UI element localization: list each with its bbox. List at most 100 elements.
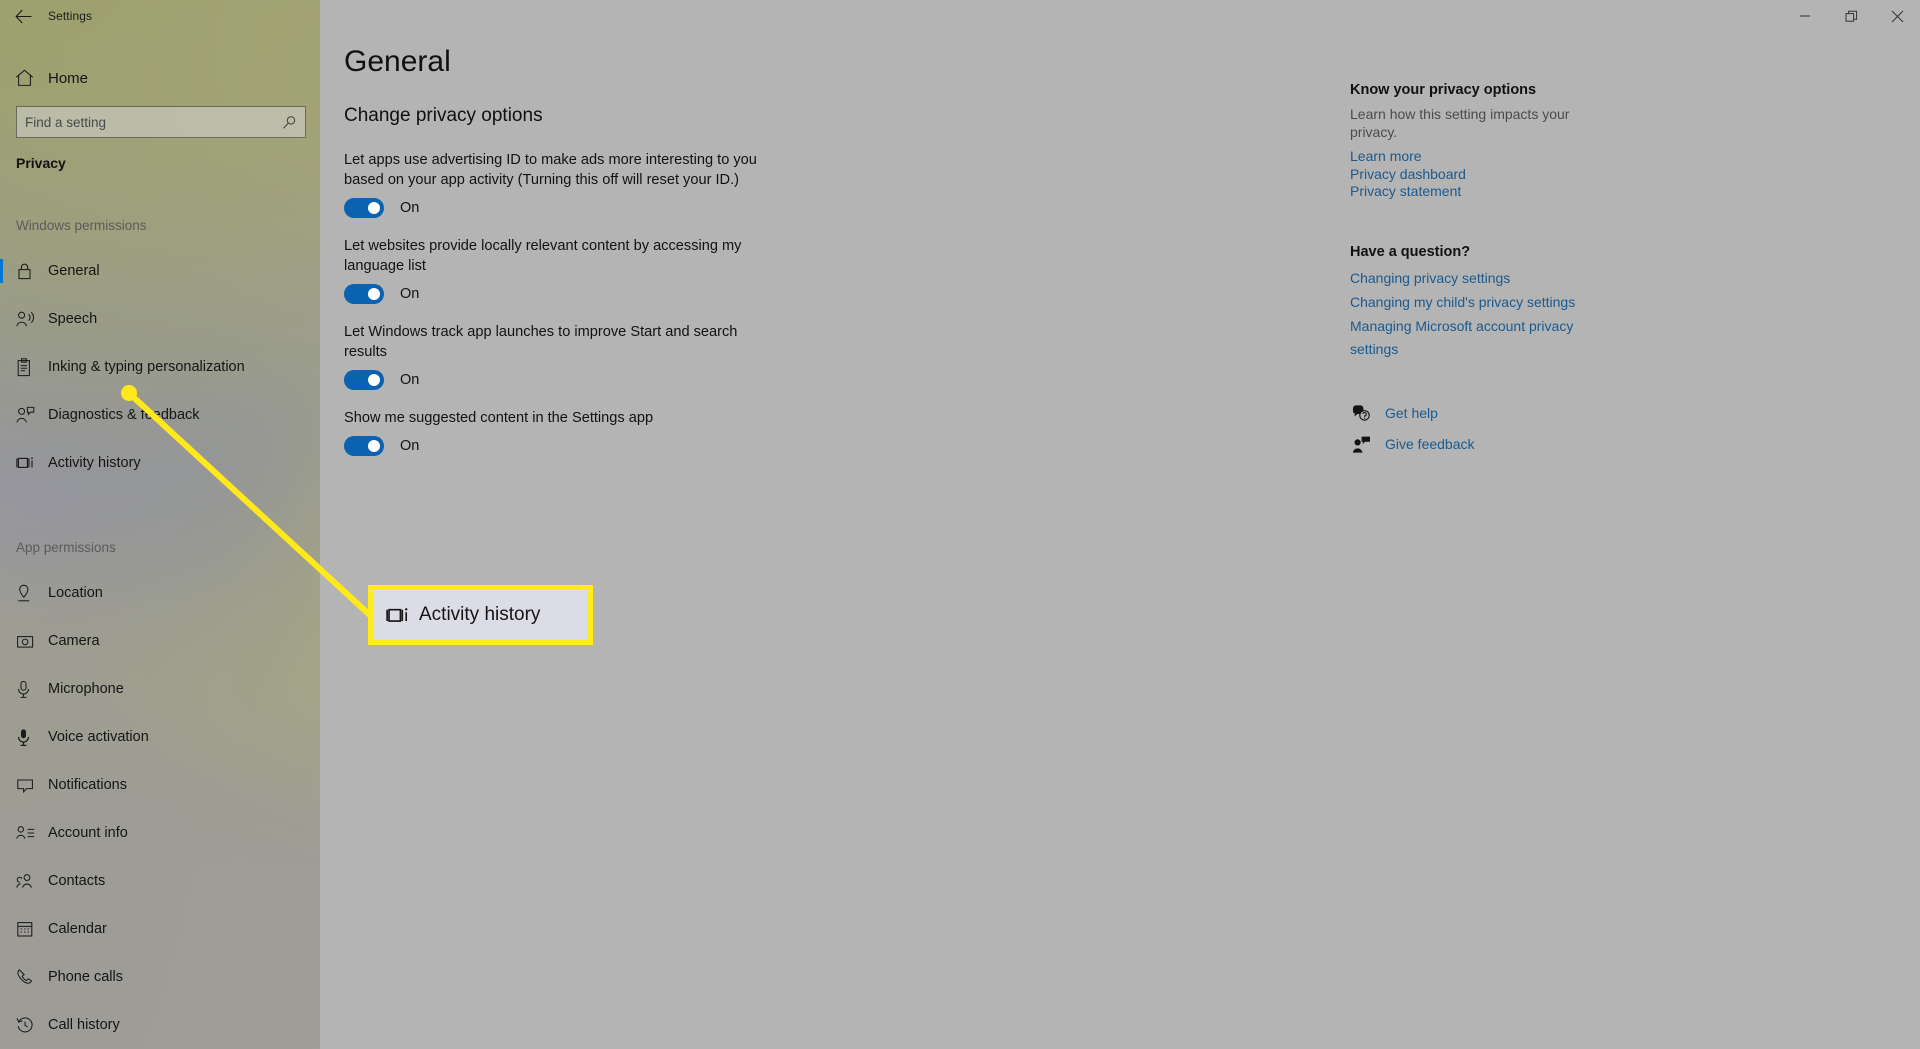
nav-group-title-app-permissions: App permissions [16, 540, 116, 555]
voice-activation-icon [16, 728, 48, 747]
get-help-action[interactable]: Get help [1350, 404, 1600, 422]
clipboard-icon [16, 357, 48, 377]
nav-group-title-windows-permissions: Windows permissions [16, 218, 147, 233]
option-toggle-row: On [344, 436, 814, 456]
sidebar-item-microphone[interactable]: Microphone [0, 665, 320, 713]
nav-list-app-permissions: Location Camera Microphone Voice activat… [0, 569, 320, 1049]
option-description: Let apps use advertising ID to make ads … [344, 152, 757, 188]
privacy-options-list: Let apps use advertising ID to make ads … [344, 150, 814, 474]
sidebar-item-label: Calendar [48, 921, 107, 937]
sidebar-item-label: Speech [48, 311, 98, 327]
account-info-icon [16, 825, 48, 841]
suggested-content-toggle[interactable] [344, 436, 384, 456]
back-button[interactable] [0, 0, 46, 32]
contacts-icon [16, 873, 48, 890]
toggle-state-label: On [400, 200, 420, 216]
link-changing-privacy-settings[interactable]: Changing privacy settings [1350, 267, 1600, 290]
sidebar-item-diagnostics-feedback[interactable]: Diagnostics & feedback [0, 391, 320, 439]
advertising-id-toggle[interactable] [344, 198, 384, 218]
close-button[interactable] [1874, 0, 1920, 32]
toggle-knob [368, 288, 380, 300]
give-feedback-label: Give feedback [1385, 436, 1475, 452]
callout-box: Activity history [368, 585, 593, 645]
sidebar-item-voice-activation[interactable]: Voice activation [0, 713, 320, 761]
question-heading: Have a question? [1350, 243, 1471, 260]
activity-history-icon [16, 454, 48, 472]
search-icon[interactable] [282, 115, 297, 130]
privacy-option: Show me suggested content in the Setting… [344, 408, 814, 456]
search-container: Find a setting [16, 106, 306, 138]
sidebar-item-home[interactable]: Home [0, 58, 320, 98]
toggle-knob [368, 374, 380, 386]
option-toggle-row: On [344, 198, 814, 218]
main-content: General Change privacy options Let apps … [320, 0, 1920, 1049]
search-placeholder: Find a setting [25, 114, 107, 130]
callout-label: Activity history [419, 604, 541, 625]
sidebar-item-location[interactable]: Location [0, 569, 320, 617]
toggle-knob [368, 440, 380, 452]
privacy-option: Let Windows track app launches to improv… [344, 322, 814, 390]
sidebar-item-speech[interactable]: Speech [0, 295, 320, 343]
link-privacy-statement[interactable]: Privacy statement [1350, 183, 1600, 200]
option-description: Show me suggested content in the Setting… [344, 410, 654, 426]
toggle-state-label: On [400, 438, 420, 454]
minimize-icon [1800, 15, 1810, 17]
search-input[interactable]: Find a setting [16, 106, 306, 138]
sidebar-item-label: Voice activation [48, 729, 149, 745]
get-help-label: Get help [1385, 405, 1438, 421]
lock-icon [16, 262, 48, 280]
language-list-toggle[interactable] [344, 284, 384, 304]
sidebar-item-activity-history[interactable]: Activity history [0, 439, 320, 487]
sidebar-item-label: Contacts [48, 873, 106, 889]
sidebar-item-phone-calls[interactable]: Phone calls [0, 953, 320, 1001]
feedback-person-icon [1350, 436, 1372, 453]
privacy-info-section: Know your privacy options Learn how this… [1350, 82, 1600, 200]
sidebar-item-call-history[interactable]: Call history [0, 1001, 320, 1049]
restore-icon [1845, 10, 1857, 22]
privacy-option: Let apps use advertising ID to make ads … [344, 150, 814, 218]
sidebar-item-label: Microphone [48, 681, 124, 697]
sidebar-item-notifications[interactable]: Notifications [0, 761, 320, 809]
option-toggle-row: On [344, 370, 814, 390]
link-managing-microsoft-account-privacy-settings[interactable]: Managing Microsoft account privacy setti… [1350, 315, 1600, 361]
selection-indicator [0, 259, 3, 283]
option-description: Let websites provide locally relevant co… [344, 238, 742, 274]
call-history-icon [16, 1016, 48, 1034]
sidebar-item-label: Camera [48, 633, 100, 649]
toggle-knob [368, 202, 380, 214]
privacy-info-heading: Know your privacy options [1350, 82, 1537, 98]
link-learn-more[interactable]: Learn more [1350, 148, 1600, 165]
toggle-state-label: On [400, 286, 420, 302]
app-launch-tracking-toggle[interactable] [344, 370, 384, 390]
sidebar-item-camera[interactable]: Camera [0, 617, 320, 665]
sidebar-item-label: Notifications [48, 777, 127, 793]
camera-icon [16, 633, 48, 650]
give-feedback-action[interactable]: Give feedback [1350, 436, 1600, 453]
link-privacy-dashboard[interactable]: Privacy dashboard [1350, 166, 1600, 183]
sidebar-item-label: Diagnostics & feedback [48, 407, 200, 423]
settings-window: Settings Home Find a setting Privacy Win… [0, 0, 1920, 1049]
nav-list-windows-permissions: General Speech Inking & typing personali… [0, 247, 320, 487]
toggle-state-label: On [400, 372, 420, 388]
section-title: Change privacy options [344, 105, 543, 126]
titlebar: Settings [0, 0, 320, 32]
maximize-button[interactable] [1828, 0, 1874, 32]
location-pin-icon [16, 584, 48, 603]
sidebar-item-general[interactable]: General [0, 247, 320, 295]
sidebar-item-label-home: Home [48, 69, 89, 87]
sidebar-item-calendar[interactable]: Calendar [0, 905, 320, 953]
sidebar-item-label: Location [48, 585, 103, 601]
close-icon [1891, 10, 1903, 22]
right-info-panel: Know your privacy options Learn how this… [1350, 82, 1600, 467]
phone-icon [16, 968, 48, 986]
sidebar-item-label: Phone calls [48, 969, 123, 985]
question-section: Have a question? Changing privacy settin… [1350, 244, 1600, 361]
minimize-button[interactable] [1782, 0, 1828, 32]
sidebar-item-account-info[interactable]: Account info [0, 809, 320, 857]
link-changing-child-privacy-settings[interactable]: Changing my child's privacy settings [1350, 291, 1600, 314]
help-chat-icon [1350, 404, 1372, 422]
navigation-sidebar: Settings Home Find a setting Privacy Win… [0, 0, 320, 1049]
sidebar-item-contacts[interactable]: Contacts [0, 857, 320, 905]
sidebar-item-inking-typing-personalization[interactable]: Inking & typing personalization [0, 343, 320, 391]
privacy-info-body: Learn how this setting impacts your priv… [1350, 106, 1570, 140]
